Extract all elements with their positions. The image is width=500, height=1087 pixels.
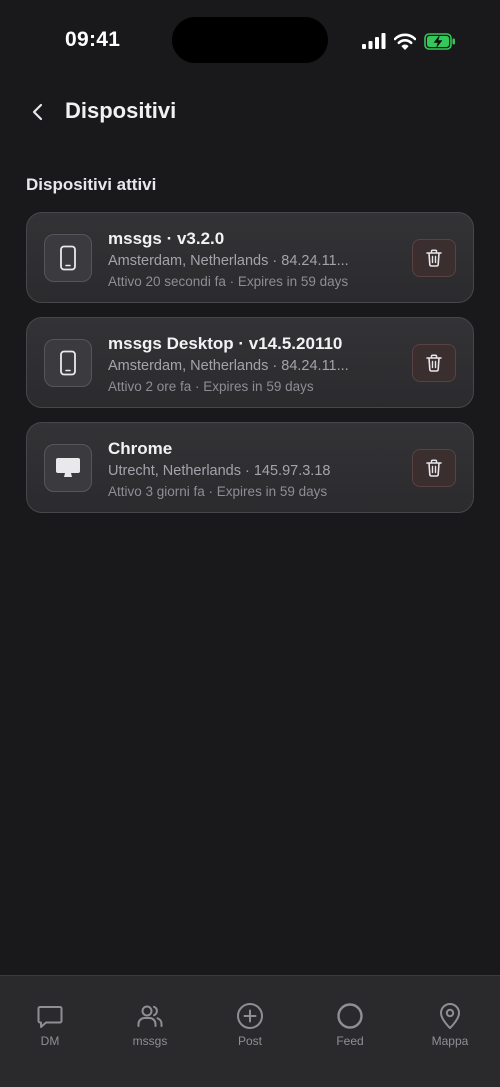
device-name: mssgs Desktop · v14.5.20110: [108, 334, 343, 353]
device-location: Utrecht, Netherlands · 145.97.3.18: [108, 463, 331, 479]
nav-header: Dispositivi: [0, 88, 500, 134]
device-card: mssgs Desktop · v14.5.20110 Amsterdam, N…: [26, 317, 474, 408]
tab-bar: DM mssgs Post Feed Mappa: [0, 975, 500, 1087]
tab-label: DM: [40, 1034, 60, 1048]
wifi-icon: [394, 33, 416, 50]
device-location: Amsterdam, Netherlands · 84.24.11...: [108, 358, 349, 374]
trash-icon: [426, 249, 442, 267]
tab-dm[interactable]: DM: [0, 976, 100, 1087]
device-activity: Attivo 3 giorni fa · Expires in 59 days: [108, 484, 328, 499]
tab-label: Feed: [336, 1034, 364, 1048]
device-list: mssgs · v3.2.0 Amsterdam, Netherlands · …: [26, 212, 474, 527]
device-activity: Attivo 20 secondi fa · Expires in 59 day…: [108, 274, 349, 289]
chevron-left-icon: [32, 103, 43, 121]
trash-icon: [426, 459, 442, 477]
users-icon: [137, 1005, 163, 1027]
tab-post[interactable]: Post: [200, 976, 300, 1087]
tab-mappa[interactable]: Mappa: [400, 976, 500, 1087]
page-title: Dispositivi: [65, 98, 177, 123]
battery-charging-icon: [424, 32, 455, 50]
status-icons: [362, 30, 456, 52]
device-name: mssgs · v3.2.0: [108, 229, 225, 248]
desktop-monitor-icon: [56, 458, 80, 477]
status-time: 09:41: [65, 28, 121, 51]
delete-device-button[interactable]: [412, 239, 456, 277]
tab-label: Post: [237, 1034, 262, 1048]
tab-label: mssgs: [132, 1034, 168, 1048]
device-activity: Attivo 2 ore fa · Expires in 59 days: [108, 379, 314, 394]
devices-screen: 09:41 Dispositivi Dispositivi attivi mss…: [0, 0, 500, 1087]
signal-icon: [362, 33, 386, 49]
delete-device-button[interactable]: [412, 449, 456, 487]
smartphone-icon: [60, 245, 76, 271]
device-name: Chrome: [108, 439, 173, 458]
device-location: Amsterdam, Netherlands · 84.24.11...: [108, 253, 349, 269]
device-icon-box: [44, 444, 92, 492]
delete-device-button[interactable]: [412, 344, 456, 382]
device-card: mssgs · v3.2.0 Amsterdam, Netherlands · …: [26, 212, 474, 303]
plus-circle-icon: [237, 1003, 263, 1029]
device-icon-box: [44, 234, 92, 282]
status-bar: 09:41: [0, 0, 500, 80]
circle-icon: [337, 1003, 363, 1029]
tab-label: Mappa: [431, 1034, 469, 1048]
tab-mssgs[interactable]: mssgs: [100, 976, 200, 1087]
map-pin-icon: [440, 1003, 460, 1029]
device-card: Chrome Utrecht, Netherlands · 145.97.3.1…: [26, 422, 474, 513]
section-title: Dispositivi attivi: [26, 175, 157, 194]
device-icon-box: [44, 339, 92, 387]
smartphone-icon: [60, 350, 76, 376]
trash-icon: [426, 354, 442, 372]
tab-feed[interactable]: Feed: [300, 976, 400, 1087]
dynamic-island: [172, 17, 328, 63]
message-square-icon: [37, 1006, 63, 1028]
back-button[interactable]: [22, 96, 54, 128]
